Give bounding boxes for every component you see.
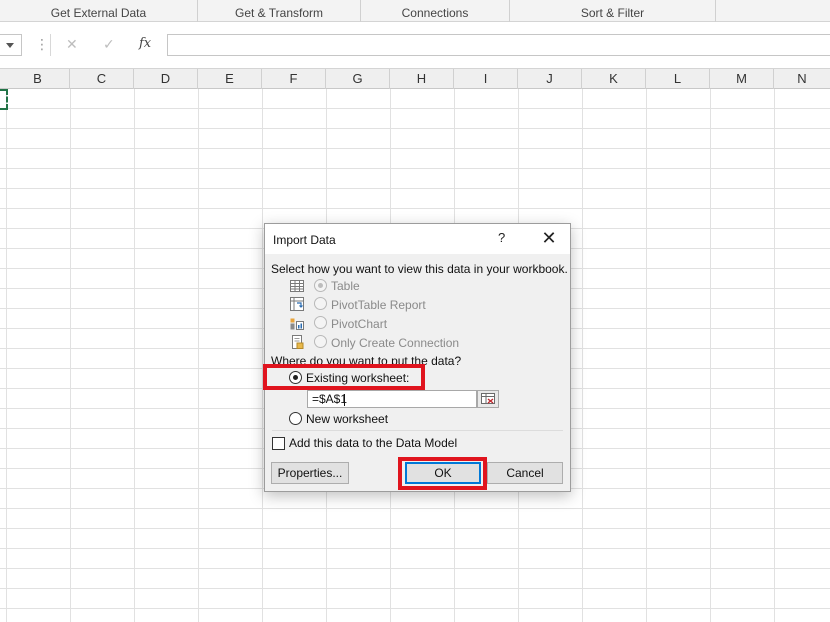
- insert-function-icon[interactable]: fx: [139, 36, 151, 51]
- column-header[interactable]: N: [774, 69, 830, 89]
- column-header[interactable]: I: [454, 69, 518, 89]
- text-cursor: [344, 394, 345, 406]
- pivotchart-option-label: PivotChart: [331, 317, 388, 331]
- highlight-existing-worksheet: [263, 364, 425, 390]
- table-icon: [290, 280, 304, 292]
- cancel-icon[interactable]: ✕: [66, 36, 78, 53]
- column-headers: B C D E F G H I J K L M N: [0, 68, 830, 89]
- cell-reference-input[interactable]: =$A$1: [307, 390, 477, 408]
- range-select-icon: [481, 393, 495, 404]
- only-create-connection-radio[interactable]: [314, 335, 327, 348]
- column-header[interactable]: M: [710, 69, 774, 89]
- column-header[interactable]: C: [70, 69, 134, 89]
- chevron-down-icon: [6, 43, 14, 48]
- only-create-connection-label: Only Create Connection: [331, 336, 460, 350]
- column-header[interactable]: J: [518, 69, 582, 89]
- copied-cell-marquee: [0, 89, 8, 110]
- cell-reference-value: =$A$1: [312, 392, 348, 406]
- ribbon-group-labels: Get External Data Get & Transform Connec…: [0, 0, 830, 22]
- pivottable-radio[interactable]: [314, 297, 327, 310]
- pivottable-option-label: PivotTable Report: [331, 298, 426, 312]
- properties-button[interactable]: Properties...: [271, 462, 349, 484]
- highlight-ok-button: [398, 457, 487, 490]
- help-icon[interactable]: ?: [498, 230, 505, 245]
- data-model-checkbox[interactable]: [272, 437, 285, 450]
- column-header[interactable]: L: [646, 69, 710, 89]
- dialog-divider: [272, 430, 563, 431]
- grid-line: [6, 89, 7, 622]
- formula-bar: ⋮ ✕ ✓ fx: [0, 22, 830, 68]
- column-header[interactable]: K: [582, 69, 646, 89]
- close-icon[interactable]: ✕: [539, 227, 559, 249]
- ribbon-group-get-external-data: Get External Data: [0, 0, 198, 22]
- ribbon-group-get-transform: Get & Transform: [198, 0, 361, 22]
- table-option-label: Table: [331, 279, 360, 293]
- column-header[interactable]: H: [390, 69, 454, 89]
- pivotchart-radio[interactable]: [314, 316, 327, 329]
- dialog-titlebar[interactable]: Import Data ? ✕: [265, 224, 570, 254]
- view-prompt: Select how you want to view this data in…: [271, 262, 568, 276]
- column-header[interactable]: G: [326, 69, 390, 89]
- new-worksheet-label[interactable]: New worksheet: [306, 412, 388, 426]
- column-header[interactable]: D: [134, 69, 198, 89]
- new-worksheet-radio[interactable]: [289, 412, 302, 425]
- pivottable-icon: [290, 297, 304, 311]
- column-header[interactable]: E: [198, 69, 262, 89]
- formula-input[interactable]: [167, 34, 830, 56]
- cancel-button[interactable]: Cancel: [487, 462, 563, 484]
- enter-icon[interactable]: ✓: [103, 36, 115, 53]
- name-box-dropdown[interactable]: [0, 34, 22, 56]
- formula-bar-grip-icon[interactable]: ⋮: [35, 36, 49, 52]
- pivotchart-icon: [290, 318, 304, 330]
- column-header[interactable]: B: [6, 69, 70, 89]
- column-header[interactable]: F: [262, 69, 326, 89]
- ribbon-group-sort-filter: Sort & Filter: [510, 0, 716, 22]
- collapse-dialog-button[interactable]: [477, 390, 499, 408]
- data-model-label[interactable]: Add this data to the Data Model: [289, 436, 457, 450]
- connection-icon: [292, 335, 304, 349]
- ribbon-group-connections: Connections: [361, 0, 510, 22]
- formula-bar-divider: [50, 34, 51, 56]
- dialog-title: Import Data: [273, 233, 336, 247]
- table-radio[interactable]: [314, 279, 327, 292]
- import-data-dialog: Import Data ? ✕ Select how you want to v…: [264, 223, 571, 492]
